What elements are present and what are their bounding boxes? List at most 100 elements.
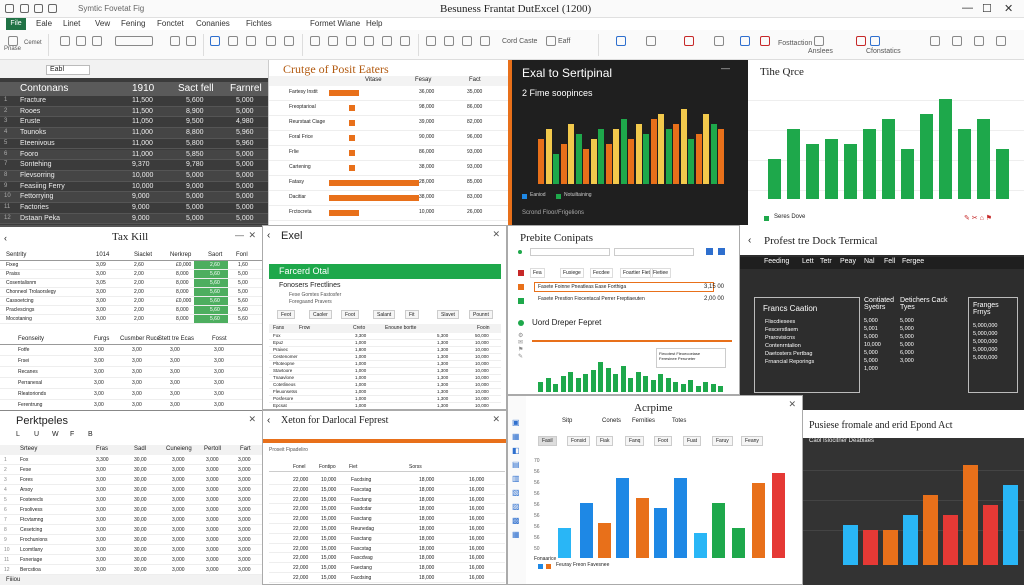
table-cell[interactable]: 3,300 bbox=[355, 333, 366, 338]
table-cell[interactable]: 16,000 bbox=[469, 487, 484, 493]
table-cell[interactable]: 5,000 bbox=[236, 204, 254, 211]
table-cell[interactable]: 18,000 bbox=[419, 555, 434, 561]
column-header[interactable]: Feonseity bbox=[18, 336, 44, 342]
table-row[interactable]: 22,000 15,000 Fasctang 18,000 16,000 bbox=[269, 514, 505, 524]
table-cell[interactable]: 11,000 bbox=[132, 129, 153, 136]
table-cell[interactable]: 3,00 bbox=[96, 298, 106, 304]
table-cell[interactable]: 10,000 bbox=[475, 347, 489, 352]
table-cell[interactable]: Facdsing bbox=[351, 477, 371, 483]
table-cell[interactable]: 3,00 bbox=[96, 557, 106, 563]
maximize-icon[interactable]: ☐ bbox=[982, 2, 992, 15]
table-cell[interactable]: 5,60 bbox=[238, 316, 248, 322]
table-cell[interactable]: 1,300 bbox=[437, 347, 448, 352]
table-cell[interactable]: 18,000 bbox=[419, 516, 434, 522]
table-cell[interactable]: 15,000 bbox=[321, 575, 336, 581]
table-cell[interactable]: 3,00 bbox=[96, 467, 106, 473]
tab-item[interactable]: Fuat bbox=[683, 436, 702, 446]
table-cell[interactable]: Cotetlineos bbox=[273, 382, 296, 387]
column-header[interactable]: Furgs bbox=[94, 336, 109, 342]
table-cell[interactable]: Fosterecls bbox=[20, 497, 43, 503]
save-icon[interactable] bbox=[20, 4, 29, 13]
table-cell[interactable]: 3,000 bbox=[172, 507, 185, 513]
table-cell[interactable]: 18,000 bbox=[419, 536, 434, 542]
table-cell[interactable]: Facdsing bbox=[351, 575, 371, 581]
close-icon[interactable]: ✕ bbox=[788, 399, 796, 410]
table-cell[interactable]: 3,000 bbox=[172, 477, 185, 483]
menu-item[interactable]: Linet bbox=[63, 19, 80, 28]
share-icon[interactable] bbox=[952, 36, 962, 46]
table-cell[interactable]: 3,00 bbox=[170, 380, 180, 386]
table-cell[interactable]: 2,60 bbox=[210, 262, 220, 268]
table-cell[interactable]: 10,000 bbox=[132, 172, 153, 179]
table-cell[interactable]: 22,000 bbox=[293, 487, 308, 493]
table-cell[interactable]: 1,000 bbox=[355, 375, 366, 380]
table-cell[interactable]: 3,00 bbox=[214, 369, 224, 375]
table-cell[interactable]: 5,000 bbox=[186, 204, 204, 211]
table-cell[interactable]: 18,000 bbox=[419, 565, 434, 571]
table-cell[interactable]: Epcsat bbox=[273, 403, 287, 408]
table-cell[interactable]: 3,05 bbox=[96, 280, 106, 286]
table-cell[interactable]: 5,600 bbox=[186, 97, 204, 104]
column-header[interactable]: Vitase bbox=[365, 77, 382, 83]
table-cell[interactable]: 3,000 bbox=[238, 527, 251, 533]
table-row[interactable]: Posfesore 1,000 1,300 10,000 bbox=[269, 396, 501, 403]
table-cell[interactable]: Frsei bbox=[18, 358, 29, 364]
table-row[interactable]: 22,000 15,000 Facdsing 18,000 16,000 bbox=[269, 573, 505, 583]
table-cell[interactable]: 5,300 bbox=[437, 333, 448, 338]
table-row[interactable]: Fox 3,300 5,300 50,000 bbox=[269, 333, 501, 340]
menu-item[interactable]: Vew bbox=[95, 19, 110, 28]
table-row[interactable]: 8 Flevsorring 10,000 5,000 5,000 bbox=[0, 170, 268, 182]
nav-item[interactable]: Fietiee bbox=[650, 268, 672, 278]
tab-item[interactable]: Foot bbox=[654, 436, 673, 446]
table-cell[interactable]: Fascdvag bbox=[351, 555, 373, 561]
table-cell[interactable]: Chonneol Trolaorslegy bbox=[6, 289, 56, 295]
chart-icon[interactable] bbox=[740, 36, 750, 46]
table-cell[interactable]: Eruste bbox=[20, 118, 40, 125]
table-cell[interactable]: 18,000 bbox=[419, 487, 434, 493]
table-cell[interactable]: 16,000 bbox=[469, 516, 484, 522]
table-cell[interactable]: Frsolivess bbox=[20, 507, 43, 513]
table-cell[interactable]: 22,000 bbox=[293, 555, 308, 561]
table-cell[interactable]: 11,000 bbox=[132, 140, 153, 147]
table-cell[interactable]: 3,00 bbox=[214, 391, 224, 397]
table-cell[interactable]: 4,980 bbox=[236, 118, 254, 125]
nav-item[interactable]: Sitp bbox=[562, 418, 572, 424]
table-cell[interactable]: Ferentrung bbox=[18, 402, 42, 408]
table-cell[interactable]: Fotfe bbox=[18, 347, 29, 353]
tab-item[interactable]: Feany bbox=[741, 436, 763, 446]
table-cell[interactable]: 10,000 bbox=[321, 477, 336, 483]
table-cell[interactable]: Fox bbox=[20, 457, 28, 463]
table-cell[interactable]: 5,60 bbox=[238, 307, 248, 313]
table-cell[interactable]: Perranexal bbox=[18, 380, 42, 386]
comma-icon[interactable] bbox=[400, 36, 410, 46]
table-cell[interactable]: 3,300 bbox=[96, 457, 109, 463]
table-cell[interactable]: Pltoteopne bbox=[273, 361, 295, 366]
table-cell[interactable]: 5,60 bbox=[210, 271, 220, 277]
table-row[interactable]: 22,000 15,000 Fasdcdar 18,000 16,000 bbox=[269, 504, 505, 515]
table-row[interactable]: 9 Feasiing Ferry 10,000 9,000 5,000 bbox=[0, 181, 268, 193]
nav-item[interactable]: Fecdee bbox=[590, 268, 613, 278]
table-row[interactable]: 22,000 15,000 Fascstag 18,000 16,000 bbox=[269, 544, 505, 554]
table-cell[interactable]: Epuz bbox=[273, 340, 283, 345]
cross-icon[interactable] bbox=[974, 36, 984, 46]
table-cell[interactable]: 3,00 bbox=[94, 369, 104, 375]
table-row[interactable]: 5 Eteenivous 11,000 5,800 5,960 bbox=[0, 138, 268, 150]
column-header[interactable]: Contonans bbox=[20, 83, 68, 94]
quick-access-label[interactable]: Symtic Fovetat Fig bbox=[78, 4, 144, 13]
table-row[interactable]: Chonneol Trolaorslegy 3,00 2,00 8,000 5,60 5,… bbox=[0, 288, 262, 297]
table-cell[interactable]: 3,000 bbox=[172, 457, 185, 463]
percent-icon[interactable] bbox=[382, 36, 392, 46]
table-cell[interactable]: 3,000 bbox=[238, 467, 251, 473]
table-cell[interactable]: 3,00 bbox=[94, 358, 104, 364]
wrap-icon[interactable] bbox=[266, 36, 276, 46]
table-cell[interactable]: 5,60 bbox=[210, 307, 220, 313]
table-row[interactable]: Stavtoore 1,000 1,300 10,000 bbox=[269, 368, 501, 375]
alert-icon[interactable] bbox=[856, 36, 866, 46]
table-cell[interactable]: 3,000 bbox=[206, 537, 219, 543]
table-row[interactable]: 22,000 15,000 Fasctang 18,000 16,000 bbox=[269, 495, 505, 505]
table-cell[interactable]: 2,60 bbox=[134, 262, 144, 268]
table-cell[interactable]: 3,000 bbox=[238, 507, 251, 513]
table-cell[interactable]: 3,00 bbox=[96, 547, 106, 553]
table-cell[interactable]: Lcomtlany bbox=[20, 547, 43, 553]
table-cell[interactable]: 3,00 bbox=[214, 380, 224, 386]
